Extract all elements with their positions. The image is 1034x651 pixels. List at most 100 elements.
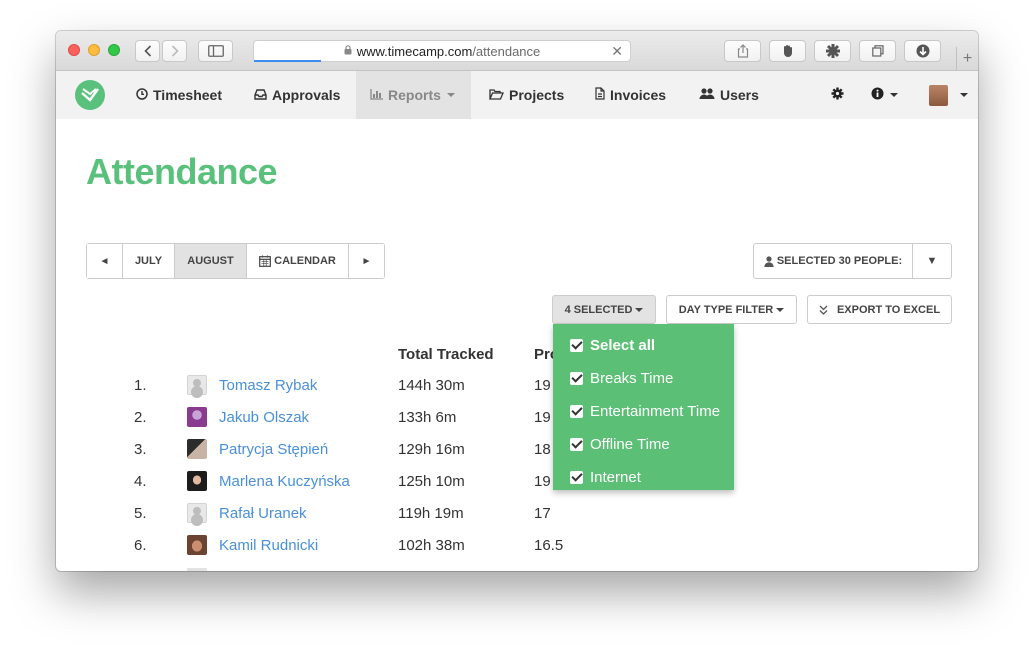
zoom-window-button[interactable] xyxy=(108,44,120,56)
tabs-icon xyxy=(871,45,884,57)
dropdown-item-entertainment-time[interactable]: Entertainment Time xyxy=(570,401,720,421)
page-load-progress xyxy=(254,60,321,62)
total-tracked: 119h 19m xyxy=(398,505,464,522)
nav-projects[interactable]: Projects xyxy=(489,71,564,119)
time-types-dropdown: Select all Breaks Time Entertainment Tim… xyxy=(553,324,734,490)
nav-users[interactable]: Users xyxy=(699,71,759,119)
chevron-down-icon xyxy=(890,93,898,97)
hand-icon xyxy=(783,45,792,57)
share-button[interactable] xyxy=(724,40,761,62)
download-icon xyxy=(916,44,929,58)
file-icon xyxy=(595,87,605,103)
timecamp-logo[interactable] xyxy=(75,80,105,110)
nav-timesheet[interactable]: Timesheet xyxy=(136,71,222,119)
calendar-button[interactable]: CALENDAR xyxy=(247,244,349,278)
checkbox-checked-icon[interactable] xyxy=(570,404,583,418)
export-to-excel-label: EXPORT TO EXCEL xyxy=(836,303,941,316)
sidebar-toggle-button[interactable] xyxy=(198,40,233,62)
august-button[interactable]: AUGUST xyxy=(175,244,247,278)
dropdown-item-offline-time[interactable]: Offline Time xyxy=(570,434,670,454)
lock-icon xyxy=(344,44,352,58)
back-button[interactable] xyxy=(135,40,160,62)
close-window-button[interactable] xyxy=(68,44,80,56)
info-icon xyxy=(871,87,884,103)
sidebar-icon xyxy=(207,45,224,57)
nav-users-label: Users xyxy=(720,87,759,103)
extension-puzzle-button[interactable] xyxy=(814,40,851,62)
total-tracked: 144h 30m xyxy=(398,377,465,394)
pro-value: 16.5 xyxy=(534,537,564,554)
checkbox-checked-icon[interactable] xyxy=(570,470,583,484)
user-name-link[interactable]: Tomasz Rybak xyxy=(219,377,317,394)
avatar xyxy=(187,568,207,571)
row-number: 2. xyxy=(134,409,147,426)
day-type-filter-label: DAY TYPE FILTER xyxy=(678,303,774,316)
share-icon xyxy=(737,44,748,58)
user-icon xyxy=(764,255,774,267)
dropdown-item-select-all[interactable]: Select all xyxy=(570,335,655,355)
calendar-icon xyxy=(259,255,272,267)
row-number: 3. xyxy=(134,441,147,458)
chevron-left-icon xyxy=(143,45,151,57)
dropdown-item-breaks-time[interactable]: Breaks Time xyxy=(570,368,673,388)
nav-reports-label: Reports xyxy=(388,87,441,103)
asterisk-icon xyxy=(825,44,840,58)
address-bar[interactable]: www.timecamp.com/attendance ✕ xyxy=(253,40,631,62)
extension-ghostery-button[interactable] xyxy=(769,40,806,62)
calendar-label: CALENDAR xyxy=(274,255,336,267)
new-tab-button[interactable]: + xyxy=(956,47,978,71)
info-menu-button[interactable] xyxy=(871,71,898,119)
nav-reports[interactable]: Reports xyxy=(356,71,471,119)
export-to-excel-button[interactable]: EXPORT TO EXCEL xyxy=(807,295,952,324)
avatar xyxy=(187,535,207,555)
column-header-total-tracked: Total Tracked xyxy=(398,346,494,363)
forward-button[interactable] xyxy=(162,40,187,62)
total-tracked: 125h 10m xyxy=(398,473,465,490)
user-name-link[interactable]: Patrycja Stępień xyxy=(219,441,328,458)
selected-people-button[interactable]: SELECTED 30 PEOPLE: xyxy=(754,244,913,278)
user-name-link[interactable]: Marlena Kuczyńska xyxy=(219,473,350,490)
avatar xyxy=(187,471,207,491)
table-row: 4. Marlena Kuczyńska 125h 10m 19 xyxy=(56,465,978,497)
selected-people-label: SELECTED 30 PEOPLE: xyxy=(776,255,903,267)
period-selector: ◄ JULY AUGUST CALENDAR ► xyxy=(86,243,385,279)
pro-value: 19 xyxy=(534,473,551,490)
people-dropdown-toggle[interactable]: ▼ xyxy=(913,244,951,278)
nav-invoices[interactable]: Invoices xyxy=(595,71,666,119)
user-name-link[interactable]: Kamil Rudnicki xyxy=(219,537,318,554)
stop-loading-icon[interactable]: ✕ xyxy=(611,43,623,60)
nav-timesheet-label: Timesheet xyxy=(153,87,222,103)
nav-approvals[interactable]: Approvals xyxy=(254,71,340,119)
dropdown-item-label: Select all xyxy=(590,336,656,354)
nav-approvals-label: Approvals xyxy=(272,87,341,103)
row-number: 5. xyxy=(134,505,147,522)
next-month-button[interactable]: ► xyxy=(349,244,384,278)
settings-button[interactable] xyxy=(831,71,844,119)
downloads-button[interactable] xyxy=(904,40,941,62)
user-menu-toggle[interactable] xyxy=(954,71,968,119)
people-selector[interactable]: SELECTED 30 PEOPLE: ▼ xyxy=(753,243,952,279)
table-row: 5. Rafał Uranek 119h 19m 17 xyxy=(56,497,978,529)
avatar xyxy=(187,439,207,459)
app-navbar: Timesheet Approvals Reports Projects Inv… xyxy=(56,71,978,119)
user-name-link[interactable]: Rafał Uranek xyxy=(219,505,307,522)
avatar xyxy=(187,375,207,395)
minimize-window-button[interactable] xyxy=(88,44,100,56)
checkbox-checked-icon[interactable] xyxy=(570,371,583,385)
nav-invoices-label: Invoices xyxy=(610,87,667,103)
day-type-filter-button[interactable]: DAY TYPE FILTER xyxy=(666,295,797,324)
checkbox-checked-icon[interactable] xyxy=(570,437,583,451)
types-selected-button[interactable]: 4 SELECTED xyxy=(552,295,656,324)
dropdown-item-internet[interactable]: Internet xyxy=(570,467,641,487)
row-number: 4. xyxy=(134,473,147,490)
avatar xyxy=(187,503,207,523)
july-button[interactable]: JULY xyxy=(123,244,175,278)
tabs-overview-button[interactable] xyxy=(859,40,896,62)
user-avatar[interactable] xyxy=(929,85,948,106)
bar-chart-icon xyxy=(370,88,383,103)
chevron-down-icon xyxy=(446,93,455,97)
prev-month-button[interactable]: ◄ xyxy=(87,244,123,278)
user-name-link[interactable]: Jakub Olszak xyxy=(219,409,309,426)
table-row: 1. Tomasz Rybak 144h 30m 19 xyxy=(56,369,978,401)
checkbox-checked-icon[interactable] xyxy=(570,338,583,352)
